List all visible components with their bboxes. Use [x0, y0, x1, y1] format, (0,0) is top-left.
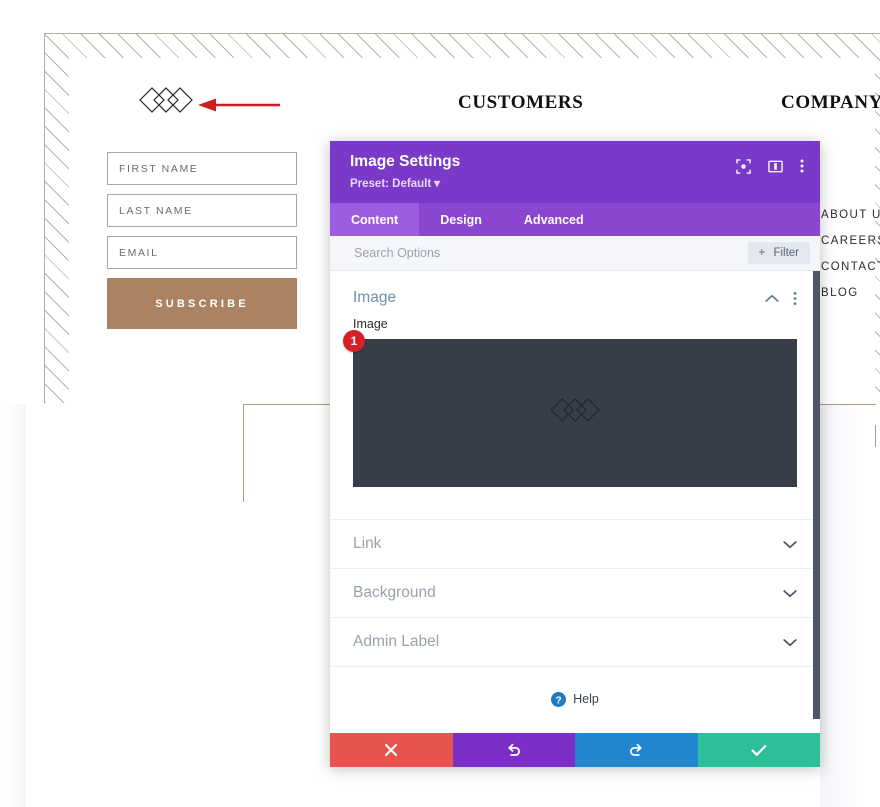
modal-scrollbar-track[interactable] — [813, 271, 820, 733]
save-button[interactable] — [697, 733, 820, 767]
red-left-arrow-icon — [198, 98, 280, 112]
first-name-placeholder: FIRST NAME — [119, 162, 199, 175]
image-section-header[interactable]: Image — [330, 271, 820, 317]
redo-icon — [630, 743, 642, 756]
subscribe-form: FIRST NAME LAST NAME EMAIL SUBSCRIBE — [107, 152, 297, 329]
chevron-up-icon[interactable] — [765, 294, 779, 303]
search-options-bar: + Filter — [330, 236, 820, 271]
layout-panel-icon[interactable] — [768, 159, 783, 174]
tab-advanced[interactable]: Advanced — [503, 203, 605, 236]
email-input[interactable]: EMAIL — [107, 236, 297, 269]
modal-body: Image Image 1 Link Background Admin Labe… — [330, 271, 820, 733]
image-section-title: Image — [353, 289, 397, 306]
check-icon — [751, 744, 767, 756]
modal-footer — [330, 733, 820, 767]
tab-design[interactable]: Design — [419, 203, 503, 236]
last-name-placeholder: LAST NAME — [119, 204, 193, 217]
triple-diamond-logo-icon — [139, 87, 193, 113]
accordion-link[interactable]: Link — [330, 519, 820, 568]
modal-title: Image Settings — [350, 153, 461, 170]
help-row[interactable]: ? Help — [330, 666, 820, 731]
svg-text:?: ? — [555, 695, 561, 706]
image-field-label: Image — [353, 317, 388, 331]
accordion-admin-label[interactable]: Admin Label — [330, 617, 820, 666]
focus-module-icon[interactable] — [736, 158, 751, 174]
site-logo[interactable] — [138, 86, 194, 122]
help-circle-icon: ? — [551, 691, 567, 707]
image-settings-modal: Image Settings Preset: Default ▾ Content … — [330, 141, 820, 767]
close-icon — [385, 743, 398, 757]
undo-button[interactable] — [452, 733, 575, 767]
column-heading-customers: CUSTOMERS — [458, 92, 584, 113]
help-label: Help — [573, 692, 599, 706]
tab-content[interactable]: Content — [330, 203, 420, 236]
discard-button[interactable] — [330, 733, 453, 767]
decorative-tick-rule — [875, 425, 876, 447]
last-name-input[interactable]: LAST NAME — [107, 194, 297, 227]
preset-label: Preset: Default — [350, 178, 432, 190]
filter-button-label: Filter — [773, 247, 799, 259]
more-options-icon[interactable] — [793, 291, 797, 306]
chevron-down-icon[interactable] — [783, 638, 797, 647]
email-placeholder: EMAIL — [119, 246, 159, 259]
nav-item-about-us[interactable]: ABOUT US — [821, 209, 880, 221]
modal-tabbar: Content Design Advanced — [330, 203, 820, 236]
chevron-down-icon[interactable] — [783, 589, 797, 598]
modal-scrollbar-thumb[interactable] — [813, 271, 820, 719]
filter-button[interactable]: + Filter — [747, 242, 810, 264]
redo-button[interactable] — [575, 733, 698, 767]
triple-diamond-logo-icon — [550, 397, 600, 422]
chevron-down-icon[interactable] — [783, 540, 797, 549]
nav-item-careers[interactable]: CAREERS — [821, 235, 880, 247]
search-options-input[interactable] — [352, 245, 748, 261]
accordion-background-label: Background — [353, 584, 436, 601]
step-badge-1: 1 — [343, 330, 365, 352]
image-upload-preview[interactable]: 1 — [343, 330, 797, 487]
accordion-admin-label-label: Admin Label — [353, 633, 440, 650]
accordion-link-label: Link — [353, 535, 382, 552]
accordion-background[interactable]: Background — [330, 568, 820, 617]
modal-header[interactable]: Image Settings Preset: Default ▾ — [330, 141, 820, 203]
undo-icon — [508, 743, 520, 756]
nav-item-contact-us[interactable]: CONTACT US — [821, 261, 880, 273]
caret-down-icon: ▾ — [434, 178, 440, 190]
subscribe-button[interactable]: SUBSCRIBE — [107, 278, 297, 329]
preset-selector[interactable]: Preset: Default ▾ — [350, 176, 460, 190]
column-heading-company: COMPANY — [781, 92, 880, 113]
subscribe-button-label: SUBSCRIBE — [155, 297, 249, 310]
left-edge-shade — [0, 404, 26, 807]
first-name-input[interactable]: FIRST NAME — [107, 152, 297, 185]
more-options-icon[interactable] — [800, 158, 804, 174]
plus-icon: + — [758, 247, 766, 259]
nav-item-blog[interactable]: BLOG — [821, 287, 880, 299]
